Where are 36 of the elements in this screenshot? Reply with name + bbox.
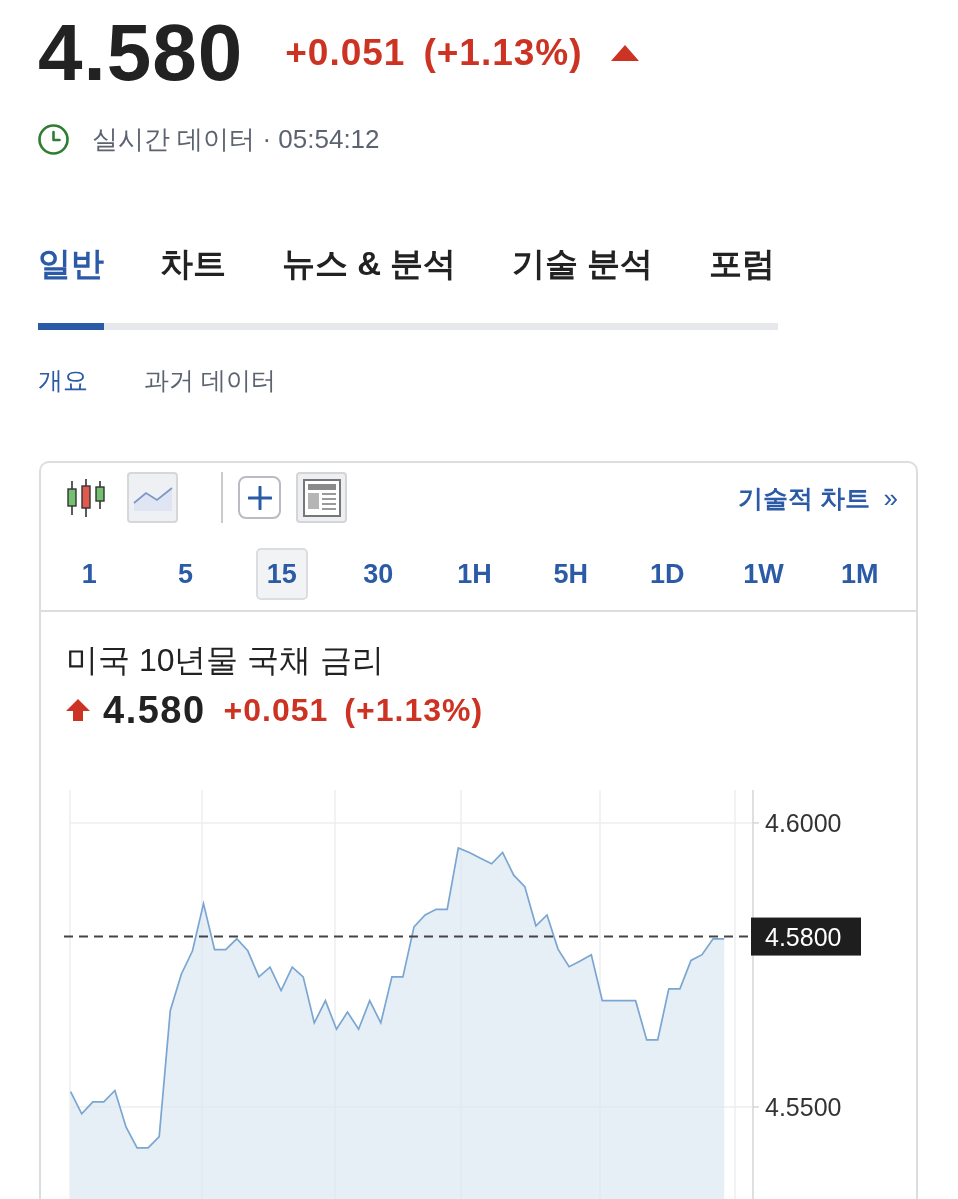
nav-tab[interactable]: 차트 [160, 244, 226, 330]
interval-button[interactable]: 1 [63, 548, 116, 600]
sub-tab[interactable]: 개요 [38, 365, 88, 395]
axis-label: 4.5500 [765, 1092, 842, 1121]
candlestick-icon [65, 478, 106, 517]
interval-button[interactable]: 1D [641, 548, 694, 600]
last-price: 4.580 [38, 13, 244, 93]
interval-button[interactable]: 1M [833, 548, 886, 600]
plus-icon [247, 485, 272, 510]
instrument-change: +0.051 [223, 691, 329, 730]
interval-button[interactable]: 30 [352, 548, 405, 600]
percent-change: (+1.13%) [423, 32, 583, 74]
interval-button[interactable]: 5H [544, 548, 597, 600]
instrument-percent-change: (+1.13%) [344, 691, 484, 730]
sub-tab[interactable]: 과거 데이터 [144, 365, 276, 395]
document-icon [302, 478, 341, 517]
nav-tab[interactable]: 포럼 [709, 244, 776, 330]
interval-button[interactable]: 1H [448, 548, 501, 600]
price-change: +0.051 [285, 32, 406, 74]
layout-button[interactable] [296, 472, 347, 523]
nav-tab[interactable]: 뉴스 & 분석 [282, 244, 457, 330]
technical-chart-link[interactable]: 기술적 차트 » [737, 481, 898, 514]
nav-tab[interactable]: 기술 분석 [512, 244, 654, 330]
interval-button[interactable]: 15 [255, 548, 308, 600]
add-button[interactable] [238, 476, 281, 519]
instrument-title: 미국 10년물 국채 금리 [66, 641, 386, 680]
axis-label: 4.6000 [765, 808, 842, 837]
price-tag: 4.5800 [751, 917, 861, 956]
interval-button[interactable]: 5 [159, 548, 212, 600]
line-chart-icon [132, 484, 173, 511]
clock-icon [38, 123, 69, 155]
interval-button[interactable]: 1W [737, 548, 790, 600]
nav-tab[interactable]: 일반 [38, 244, 104, 330]
instrument-price: 4.580 [103, 689, 206, 731]
ref-line-label: 4.5800 [765, 922, 842, 951]
realtime-status: 실시간 데이터 · 05:54:12 [92, 123, 380, 155]
